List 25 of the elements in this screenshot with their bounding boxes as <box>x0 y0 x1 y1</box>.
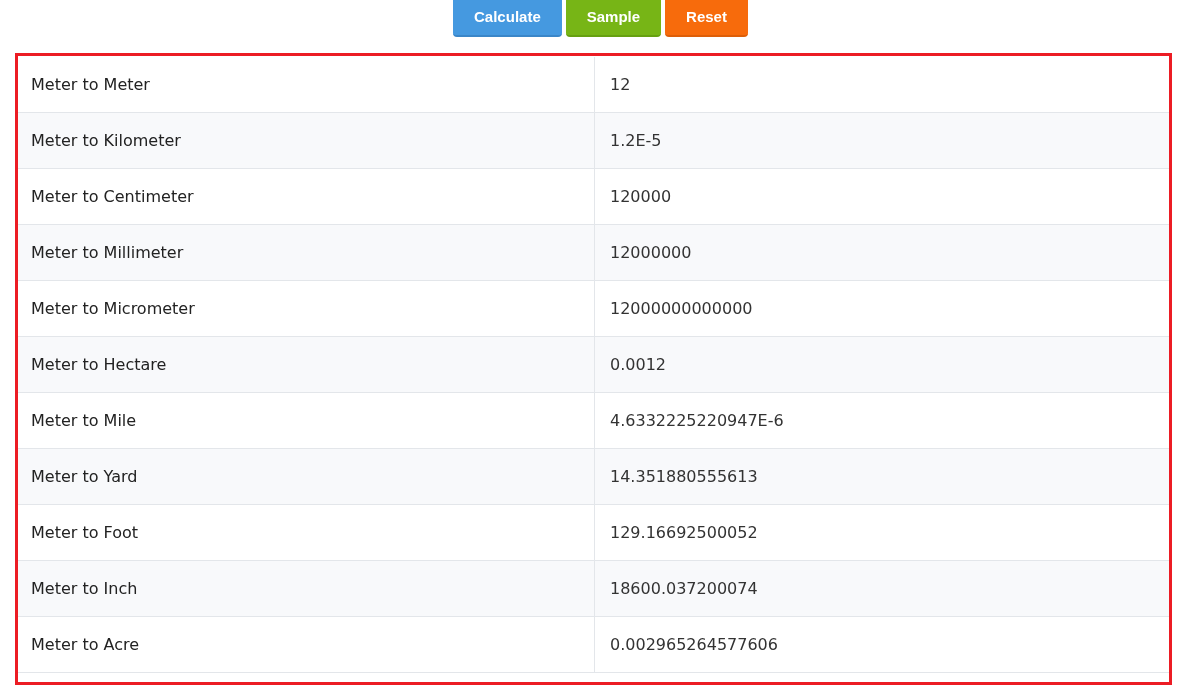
table-cell-text: Meter to Acre <box>31 633 140 656</box>
table-cell-text: Meter to Foot <box>31 521 139 544</box>
table-cell-text: 0.002965264577606 <box>610 633 778 656</box>
table-cell-text: 18600.037200074 <box>610 577 758 600</box>
table-cell-text: Meter to Yard <box>31 465 138 488</box>
table-cell-text: Meter to Centimeter <box>31 185 194 208</box>
table-cell-text: 14.351880555613 <box>610 465 758 488</box>
table-cell-text: 120000 <box>610 185 672 208</box>
table-cell-text: 1.2E-5 <box>610 129 662 152</box>
table-cell-text: Meter to Hectare <box>31 353 167 376</box>
table-cell-text: 129.16692500052 <box>610 521 758 544</box>
table-cell-text: Meter to Kilometer <box>31 129 181 152</box>
action-button[interactable]: Sample <box>565 0 662 37</box>
table-cell-text: Meter to Mile <box>31 409 137 432</box>
table-cell-text: Meter to Inch <box>31 577 138 600</box>
table-cell-text: Meter to Millimeter <box>31 241 184 264</box>
action-button[interactable]: Calculate <box>453 0 562 37</box>
table-cell-text: 0.0012 <box>610 353 666 376</box>
table-cell-text: Meter to Meter <box>31 73 150 96</box>
table-cell-text: 12 <box>610 73 631 96</box>
table-cell-text: 12000000000000 <box>610 297 753 320</box>
table-cell-text: 12000000 <box>610 241 692 264</box>
table-cell-text: Meter to Micrometer <box>31 297 195 320</box>
table-cell-text: 4.6332225220947E-6 <box>610 409 784 432</box>
action-button[interactable]: Reset <box>665 0 748 37</box>
